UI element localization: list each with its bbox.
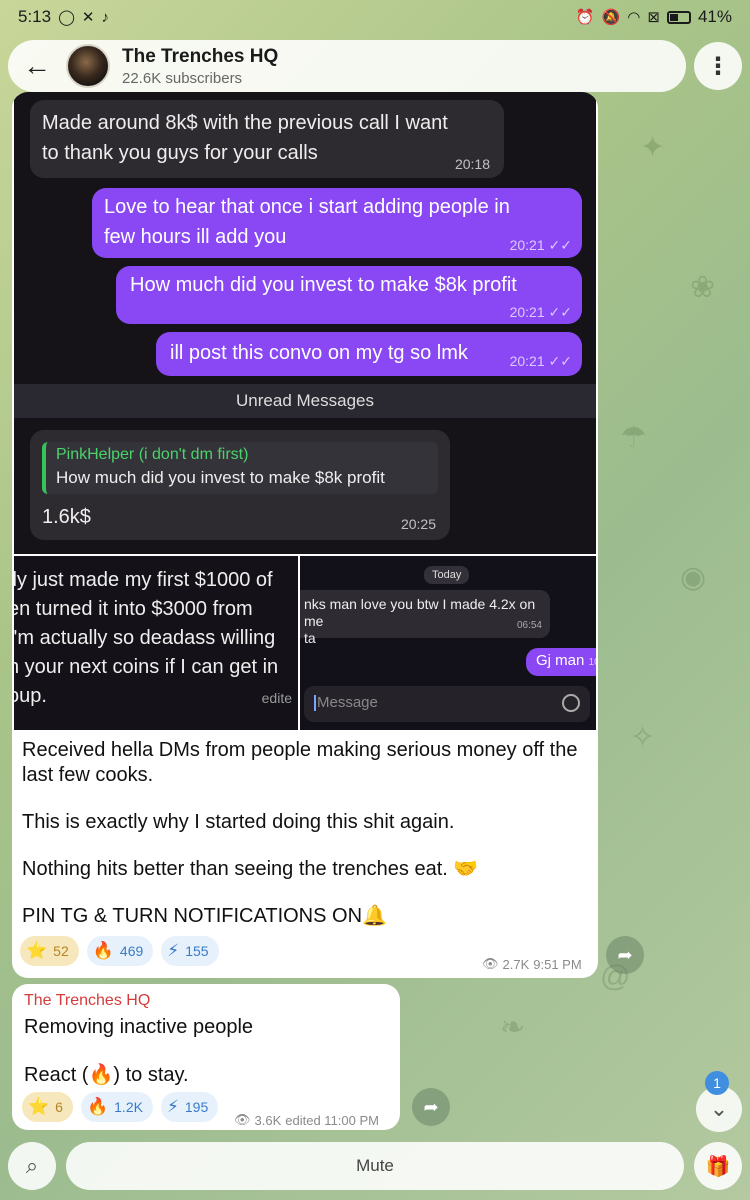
alarm-icon: ⏰: [575, 9, 595, 26]
no-sim-icon: ⊠: [647, 9, 660, 26]
post-image-chat-screenshot-2[interactable]: Today nks man love you btw I made 4.2x o…: [300, 556, 596, 730]
reaction-lightning-button[interactable]: ⚡ 195: [160, 1092, 219, 1122]
battery-level: 41%: [697, 7, 732, 26]
doodle-bulb-icon: ✧: [630, 721, 656, 754]
chat-notification-icon: ◯: [58, 9, 75, 26]
star-icon: ⭐: [28, 1097, 50, 1116]
post-text: Removing inactive people React (🔥) to st…: [24, 1016, 254, 1086]
lightning-icon: ⚡: [167, 941, 180, 960]
share-arrow-icon: ➦: [423, 1096, 439, 1117]
gift-icon: 🎁: [705, 1155, 731, 1178]
caption-paragraph: PIN TG & TURN NOTIFICATIONS ON🔔: [22, 905, 387, 927]
battery-icon: [666, 10, 691, 24]
reaction-star-button[interactable]: ⭐ 6: [22, 1092, 73, 1122]
screenshot-message-text: ill post this convo on my tg so lmk: [170, 342, 468, 364]
reactions-row: ⭐ 52 🔥 469 ⚡ 155: [20, 936, 219, 966]
unread-count-badge: 1: [705, 1071, 729, 1095]
back-button[interactable]: ←: [14, 43, 60, 89]
screenshot-reply-message: PinkHelper (i don't dm first) How much d…: [30, 430, 450, 540]
screenshot-message-text: How much did you invest to make $8k prof…: [130, 274, 517, 296]
clock-icon: [562, 694, 580, 712]
screenshot-message-time: 20:25: [400, 516, 436, 532]
screenshot-message-time: 20:21 ✓✓: [509, 353, 572, 369]
screenshot-date-chip: Today: [424, 566, 470, 584]
screenshot-dm-text: lly just made my first $1000 of en turne…: [14, 569, 279, 707]
search-icon: ⌕: [25, 1153, 39, 1178]
screenshot-reply-quote: PinkHelper (i don't dm first) How much d…: [42, 442, 438, 494]
screenshot-reply-quote-text: How much did you invest to make $8k prof…: [56, 468, 385, 487]
screenshot-message-text: few hours ill add you: [104, 226, 287, 248]
doodle-umbrella-icon: ☂: [620, 421, 647, 454]
caption-paragraph: This is exactly why I started doing this…: [22, 811, 455, 833]
reaction-lightning-button[interactable]: ⚡ 155: [161, 936, 219, 966]
arrow-left-icon: ←: [23, 50, 51, 81]
screenshot-outgoing-message: ill post this convo on my tg so lmk 20:2…: [156, 332, 582, 376]
lightning-icon: ⚡: [166, 1097, 179, 1116]
channel-title: The Trenches HQ: [122, 45, 279, 67]
screenshot-message-time: 20:21 ✓✓: [509, 304, 572, 320]
share-button[interactable]: ➦: [412, 1088, 450, 1126]
fire-icon: 🔥: [92, 941, 114, 960]
screenshot-outgoing-message: How much did you invest to make $8k prof…: [116, 266, 582, 324]
post-meta: 👁 3.6K edited 11:00 PM: [234, 1112, 379, 1128]
post-author: The Trenches HQ: [24, 992, 151, 1009]
more-options-button[interactable]: ⋮: [694, 42, 742, 90]
screenshot-incoming-message: Made around 8k$ with the previous call I…: [30, 100, 504, 178]
wifi-icon: ◠: [627, 9, 641, 26]
screenshot-edited-label: edite: [261, 690, 292, 706]
screenshot-outgoing-message: Love to hear that once i start adding pe…: [92, 188, 582, 258]
eye-icon: 👁: [234, 1112, 251, 1127]
caption-paragraph: Received hella DMs from people making se…: [22, 739, 578, 786]
channel-avatar[interactable]: [66, 44, 110, 88]
star-icon: ⭐: [26, 941, 48, 960]
reaction-star-button[interactable]: ⭐ 52: [20, 936, 79, 966]
screenshot-message-time: 20:18: [454, 156, 490, 172]
post-image-chat-screenshot[interactable]: Made around 8k$ with the previous call I…: [14, 92, 596, 554]
view-count: 2.7K: [502, 956, 530, 972]
post-time: 9:51 PM: [533, 956, 582, 972]
screenshot-incoming-message: nks man love you btw I made 4.2x on me t…: [300, 590, 550, 646]
screenshot-outgoing-message: Gj man 10: [526, 648, 596, 676]
channel-post[interactable]: Made around 8k$ with the previous call I…: [12, 92, 598, 978]
screenshot-message-text: to thank you guys for your calls: [42, 142, 318, 164]
status-bar: 5:13 ◯ ✕ ♪ ⏰ 🔕 ◠ ⊠ 41%: [0, 0, 750, 34]
channel-post[interactable]: The Trenches HQ Removing inactive people…: [12, 984, 400, 1130]
post-image-dm-screenshot[interactable]: lly just made my first $1000 of en turne…: [14, 556, 298, 730]
screenshot-message-time: 20:21 ✓✓: [509, 237, 572, 253]
doodle-fruit-icon: ❀: [690, 271, 716, 304]
doodle-star-icon: ✦: [640, 131, 666, 164]
chevron-down-icon: ⌄: [709, 1096, 729, 1121]
doodle-balloon-icon: ◉: [680, 561, 707, 594]
mute-button[interactable]: Mute: [66, 1142, 684, 1190]
fire-icon: 🔥: [86, 1097, 109, 1116]
tiktok-notification-icon: ♪: [101, 8, 109, 26]
view-count: 3.6K: [254, 1112, 282, 1128]
x-notification-icon: ✕: [81, 9, 95, 26]
edited-time: edited 11:00 PM: [285, 1112, 379, 1128]
screenshot-unread-divider: Unread Messages: [14, 384, 596, 418]
reaction-fire-button[interactable]: 🔥 469: [86, 936, 154, 966]
status-time: 5:13: [18, 7, 52, 26]
reaction-fire-button[interactable]: 🔥 1.2K: [80, 1092, 153, 1122]
share-arrow-icon: ➦: [617, 944, 633, 965]
share-button[interactable]: ➦: [606, 936, 644, 974]
screenshot-message-text: Love to hear that once i start adding pe…: [104, 196, 510, 218]
post-meta: 👁 2.7K 9:51 PM: [482, 956, 582, 972]
post-caption: Received hella DMs from people making se…: [22, 738, 592, 951]
more-vertical-icon: ⋮: [706, 52, 730, 80]
mute-icon: 🔕: [601, 9, 621, 26]
search-button[interactable]: ⌕: [8, 1142, 56, 1190]
gift-button[interactable]: 🎁: [694, 1142, 742, 1190]
channel-header[interactable]: ← The Trenches HQ 22.6K subscribers: [8, 40, 686, 92]
screenshot-message-input: Message: [304, 686, 590, 722]
subscriber-count: 22.6K subscribers: [122, 69, 243, 87]
screenshot-message-text: Made around 8k$ with the previous call I…: [42, 112, 448, 134]
screenshot-reply-author: PinkHelper (i don't dm first): [56, 446, 249, 463]
eye-icon: 👁: [482, 956, 499, 971]
caption-paragraph: Nothing hits better than seeing the tren…: [22, 858, 479, 880]
doodle-fish-icon: ❧: [500, 1011, 526, 1044]
reactions-row: ⭐ 6 🔥 1.2K ⚡ 195: [22, 1092, 219, 1122]
screenshot-message-text: 1.6k$: [42, 506, 91, 528]
